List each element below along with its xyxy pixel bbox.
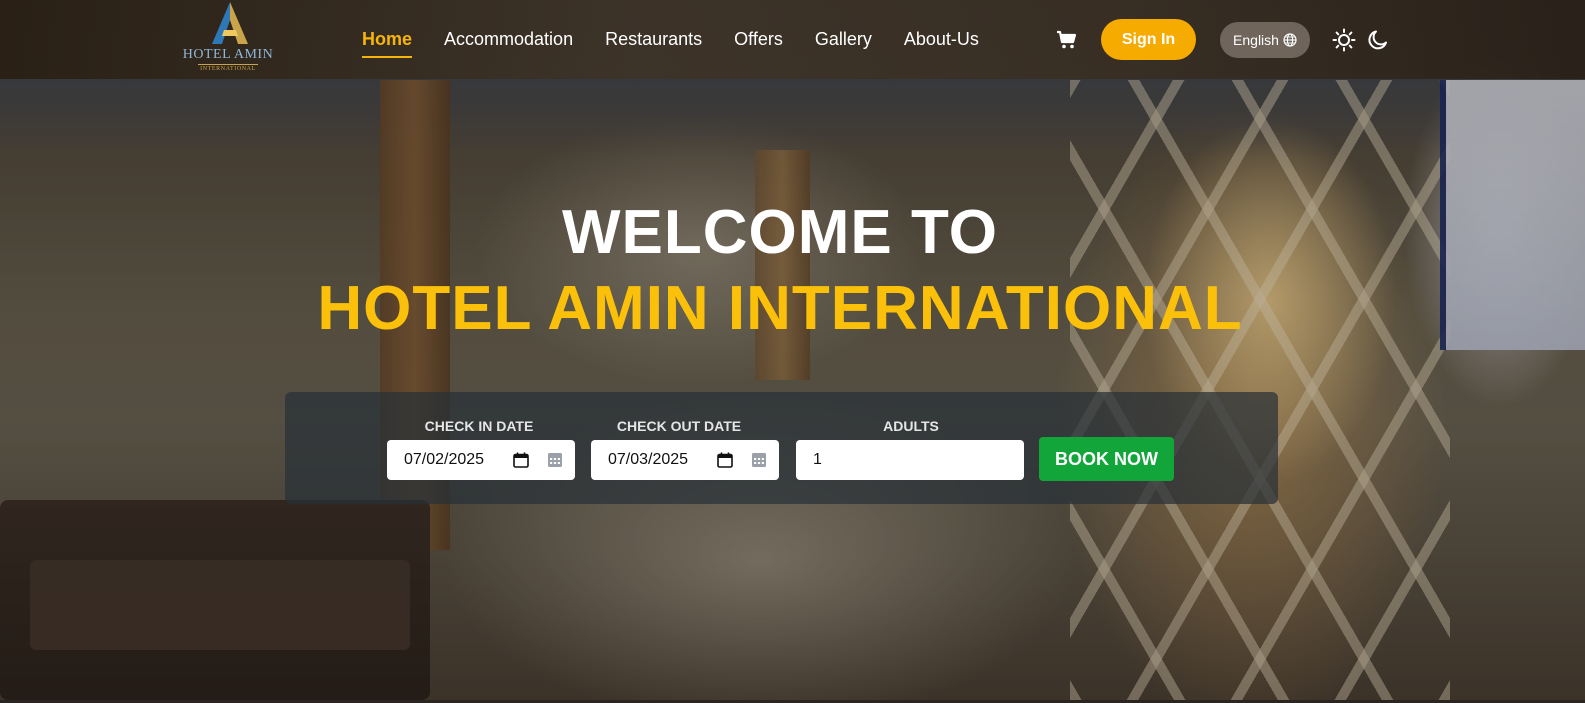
book-now-button[interactable]: BOOK NOW — [1039, 437, 1174, 481]
nav-item-offers[interactable]: Offers — [734, 28, 783, 50]
nav-item-accommodation[interactable]: Accommodation — [444, 28, 573, 50]
hero-heading-welcome: WELCOME TO — [562, 198, 998, 267]
language-selector[interactable]: English — [1220, 22, 1310, 58]
booking-form: CHECK IN DATE 07/02/2025 CHECK OUT DATE … — [285, 392, 1278, 504]
calendar-grid-icon — [752, 453, 766, 467]
calendar-grid-icon — [548, 453, 562, 467]
calendar-icon[interactable] — [513, 452, 529, 468]
adults-label: ADULTS — [883, 418, 939, 434]
moon-icon[interactable] — [1366, 28, 1390, 52]
cart-icon[interactable] — [1056, 30, 1078, 50]
nav-item-restaurants[interactable]: Restaurants — [605, 28, 702, 50]
nav-item-about-us[interactable]: About-Us — [904, 28, 979, 50]
hero-heading-hotel-name: HOTEL AMIN INTERNATIONAL — [317, 274, 1243, 343]
logo-subtitle: INTERNATIONAL — [198, 64, 258, 73]
calendar-icon[interactable] — [717, 452, 733, 468]
check-in-label: CHECK IN DATE — [424, 418, 534, 434]
check-out-date-input[interactable]: 07/03/2025 — [591, 440, 779, 480]
language-label: English — [1233, 32, 1279, 48]
hotel-logo[interactable]: HOTEL AMIN INTERNATIONAL — [180, 0, 276, 72]
top-navbar: HOTEL AMIN INTERNATIONAL Home Accommodat… — [0, 0, 1585, 79]
check-in-value: 07/02/2025 — [404, 451, 485, 468]
sun-icon[interactable] — [1332, 28, 1356, 52]
adults-value: 1 — [813, 451, 822, 468]
globe-icon — [1283, 33, 1297, 47]
check-out-value: 07/03/2025 — [608, 451, 689, 468]
adults-input[interactable]: 1 — [796, 440, 1024, 480]
check-in-date-input[interactable]: 07/02/2025 — [387, 440, 575, 480]
nav-item-home[interactable]: Home — [362, 28, 413, 58]
nav-item-gallery[interactable]: Gallery — [815, 28, 872, 50]
check-out-label: CHECK OUT DATE — [616, 418, 742, 434]
logo-mark-icon — [212, 2, 248, 44]
hero-background-image — [0, 0, 1585, 700]
sign-in-button[interactable]: Sign In — [1101, 19, 1196, 60]
main-nav: Home Accommodation Restaurants Offers Ga… — [362, 28, 979, 58]
logo-name: HOTEL AMIN — [182, 47, 274, 62]
